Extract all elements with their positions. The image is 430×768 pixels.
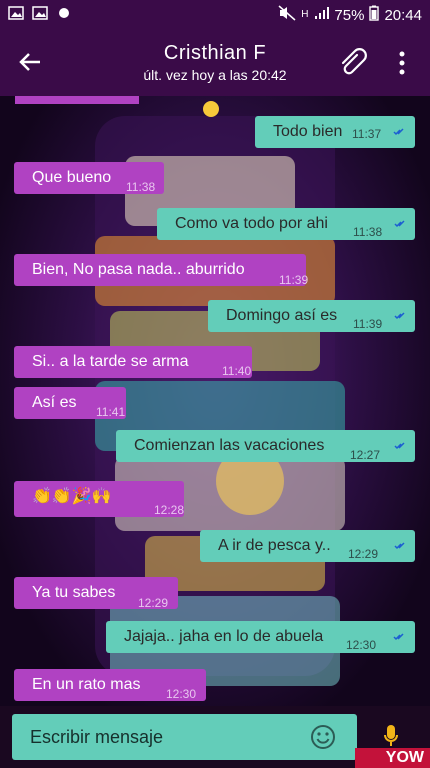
attach-clip-icon[interactable]: [337, 46, 367, 78]
read-ticks-icon: [394, 220, 405, 228]
partial-message-bubble: [15, 96, 139, 104]
message-text: Jajaja.. jaha en lo de abuela: [124, 628, 324, 645]
message-text: En un rato mas: [32, 676, 141, 693]
battery-icon: [369, 5, 380, 25]
message-bubble-incoming[interactable]: Así es 11:41: [14, 387, 126, 419]
message-bubble-incoming[interactable]: En un rato mas 12:30: [14, 669, 206, 701]
read-ticks-icon: [393, 128, 404, 136]
message-time: 11:40: [222, 364, 252, 378]
message-bubble-outgoing[interactable]: Comienzan las vacaciones 12:27: [116, 430, 415, 462]
message-time: 12:28: [154, 503, 185, 517]
message-bubble-incoming[interactable]: Que bueno 11:38: [14, 162, 164, 194]
message-bubble-outgoing[interactable]: Jajaja.. jaha en lo de abuela 12:30: [106, 621, 415, 653]
message-time: 11:37: [352, 127, 382, 141]
message-bubble-incoming[interactable]: Bien, No pasa nada.. aburrido 11:39: [14, 254, 308, 287]
message-text: Todo bien: [273, 123, 343, 140]
app-bar: Cristhian F últ. vez hoy a las 20:42: [0, 28, 430, 96]
message-bubble-incoming[interactable]: Si.. a la tarde se arma 11:40: [14, 346, 252, 378]
more-options-icon[interactable]: [397, 50, 407, 76]
message-bubble-incoming[interactable]: Ya tu sabes 12:29: [14, 577, 178, 610]
message-bubble-outgoing[interactable]: A ir de pesca y.. 12:29: [200, 530, 415, 562]
message-text: Bien, No pasa nada.. aburrido: [32, 261, 245, 278]
message-bubble-outgoing[interactable]: Como va todo por ahi 11:38: [157, 208, 415, 240]
message-time: 12:30: [346, 638, 377, 652]
image-notification-icon: [8, 5, 24, 25]
message-time: 12:27: [350, 448, 381, 462]
message-text: Ya tu sabes: [32, 584, 116, 601]
clock: 20:44: [384, 6, 422, 24]
message-input[interactable]: Escribir mensaje: [12, 714, 357, 760]
read-ticks-icon: [394, 442, 405, 450]
message-time: 12:29: [138, 596, 169, 610]
image-notification-icon: [32, 5, 48, 25]
message-text: Domingo así es: [226, 307, 338, 324]
message-time: 11:41: [96, 405, 126, 419]
status-bar: H 75% 20:44: [0, 0, 430, 28]
battery-percent: 75%: [334, 6, 365, 24]
microphone-icon[interactable]: [383, 724, 399, 748]
message-text: Así es: [32, 394, 77, 411]
message-time: 11:38: [353, 225, 383, 239]
message-time: 11:38: [126, 180, 156, 194]
message-time: 11:39: [353, 317, 383, 331]
message-bubble-outgoing[interactable]: Todo bien 11:37: [255, 116, 415, 148]
read-ticks-icon: [394, 312, 405, 320]
network-type-label: H: [301, 9, 309, 20]
signal-icon: [313, 5, 330, 25]
message-text: Como va todo por ahi: [175, 215, 328, 232]
message-time: 12:29: [348, 547, 379, 561]
read-ticks-icon: [393, 633, 404, 641]
message-text: Que bueno: [32, 169, 112, 186]
message-bubble-outgoing[interactable]: Domingo así es 11:39: [208, 300, 415, 332]
smiley-emoji-icon: [203, 101, 219, 117]
message-text: Comienzan las vacaciones: [134, 437, 325, 454]
read-ticks-icon: [394, 542, 405, 550]
message-text: A ir de pesca y..: [218, 537, 331, 554]
message-bubble-incoming[interactable]: 👏👏🎉🙌 12:28: [14, 481, 184, 517]
message-text: Si.. a la tarde se arma: [32, 353, 189, 370]
watermark-logo: YOW: [355, 748, 430, 768]
message-text-emoji: 👏👏🎉🙌: [32, 488, 112, 505]
message-input-placeholder: Escribir mensaje: [30, 727, 164, 747]
notification-dot-icon: [56, 5, 72, 25]
mute-icon: [278, 5, 296, 25]
message-time: 11:39: [279, 273, 309, 287]
emoji-smiley-icon[interactable]: [310, 724, 336, 750]
